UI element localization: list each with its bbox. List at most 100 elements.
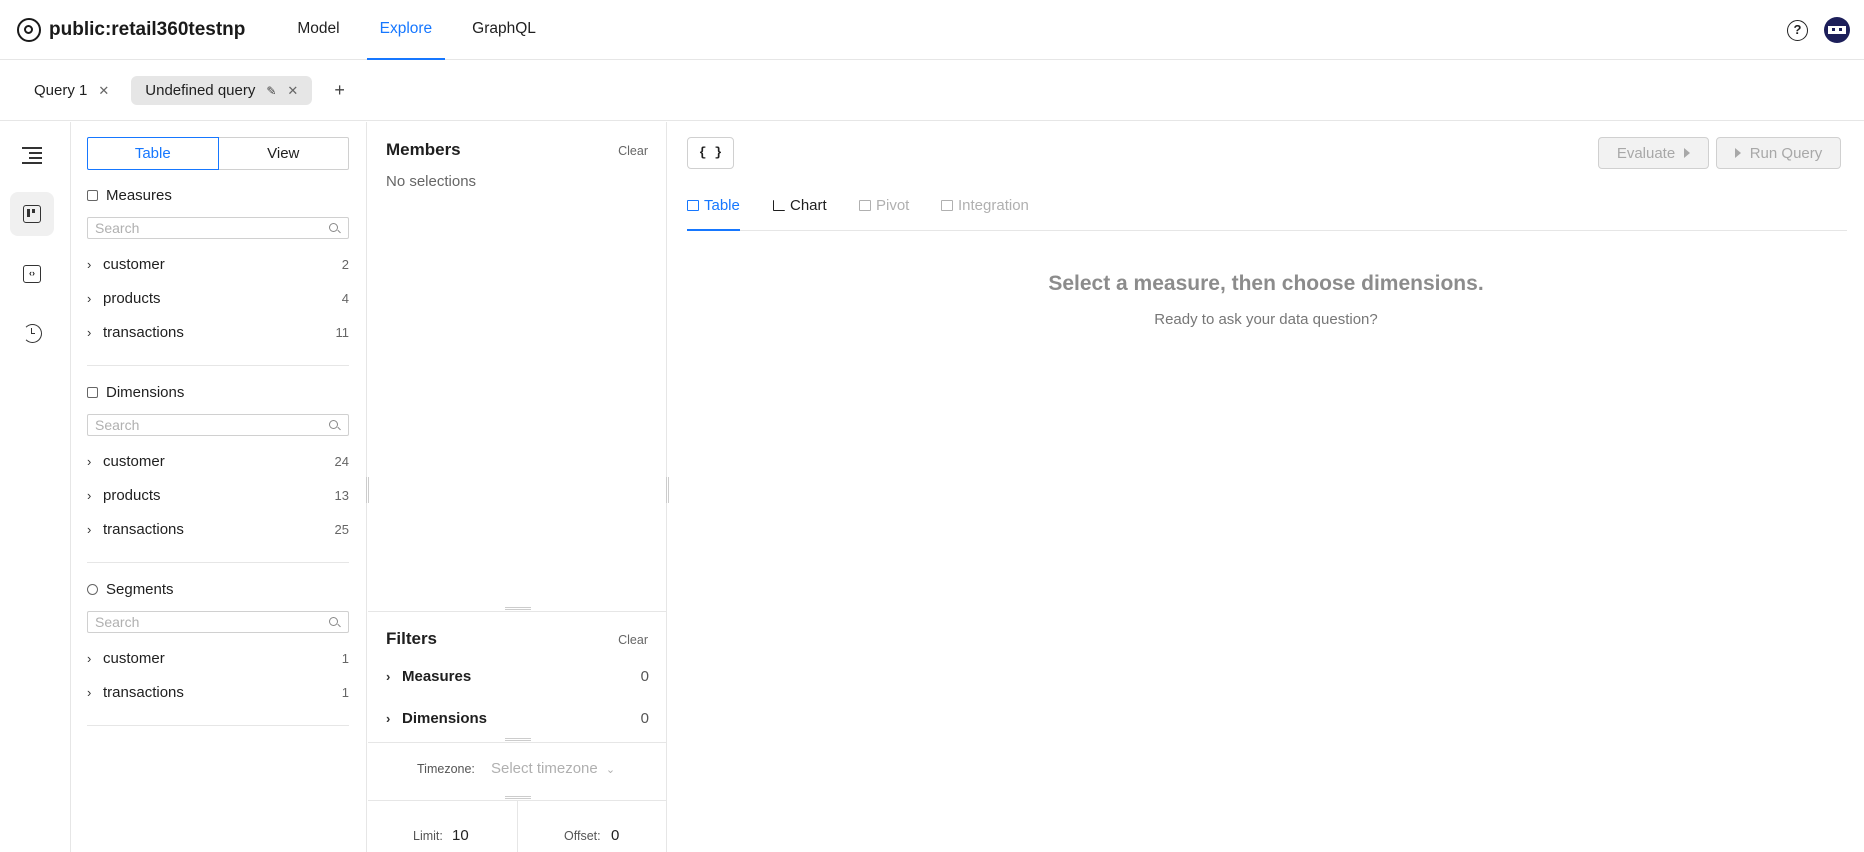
empty-state-subtitle: Ready to ask your data question? [1154, 311, 1378, 328]
divider [87, 562, 349, 563]
tree-item-label: customer [103, 649, 165, 667]
filter-count: 0 [640, 709, 649, 727]
divider [368, 611, 667, 612]
tab-table[interactable]: Table [687, 197, 740, 231]
close-icon[interactable]: ✕ [287, 83, 298, 99]
filter-dimensions[interactable]: › Dimensions 0 [386, 706, 649, 730]
toggle-view[interactable]: View [218, 137, 349, 170]
tree-item-label: transactions [103, 520, 184, 538]
brand[interactable]: public:retail360testnp [17, 17, 245, 42]
filters-title: Filters [386, 629, 438, 648]
divider [368, 742, 667, 743]
divider [87, 365, 349, 366]
chevron-right-icon: › [87, 684, 92, 700]
query-tab-label: Query 1 [34, 82, 88, 99]
tab-chart[interactable]: Chart [773, 197, 827, 231]
chevron-down-icon: ⌄ [605, 764, 616, 776]
run-query-button[interactable]: Run Query [1716, 137, 1841, 169]
measure-group-customer[interactable]: › customer 2 [87, 252, 349, 276]
tab-integration[interactable]: Integration [941, 197, 1029, 231]
measure-group-products[interactable]: › products 4 [87, 286, 349, 310]
dimension-group-products[interactable]: › products 13 [87, 483, 349, 507]
top-header: public:retail360testnp Model Explore Gra… [0, 0, 1864, 60]
dimension-group-customer[interactable]: › customer 24 [87, 449, 349, 473]
dimensions-icon [87, 387, 98, 398]
history-button[interactable] [10, 311, 54, 355]
resize-handle[interactable] [366, 477, 369, 503]
empty-state-title: Select a measure, then choose dimensions… [1048, 272, 1484, 295]
segment-group-customer[interactable]: › customer 1 [87, 646, 349, 670]
play-icon [1684, 148, 1691, 158]
members-clear-button[interactable]: Clear [618, 144, 648, 158]
nav-graphql[interactable]: GraphQL [459, 0, 549, 60]
segment-group-transactions[interactable]: › transactions 1 [87, 680, 349, 704]
play-icon [1734, 148, 1741, 158]
tree-item-label: customer [103, 452, 165, 470]
segments-header: Segments [87, 581, 174, 598]
query-tab-label: Undefined query [145, 82, 256, 99]
avatar[interactable] [1824, 17, 1850, 43]
timezone-select[interactable]: Select timezone ⌄ [491, 760, 615, 777]
tree-item-label: transactions [103, 683, 184, 701]
filters-clear-button[interactable]: Clear [618, 633, 648, 647]
dimensions-search-input[interactable] [87, 414, 349, 436]
collapse-sidebar-button[interactable] [10, 133, 54, 177]
measure-group-transactions[interactable]: › transactions 11 [87, 320, 349, 344]
help-icon[interactable]: ? [1787, 19, 1808, 41]
evaluate-button[interactable]: Evaluate [1598, 137, 1709, 169]
filter-label: Measures [402, 667, 472, 685]
tree-item-count: 11 [335, 324, 350, 340]
close-icon[interactable]: ✕ [98, 83, 109, 99]
resize-handle[interactable] [505, 607, 531, 610]
timezone-label: Timezone: [417, 762, 475, 776]
segments-search-input[interactable] [87, 611, 349, 633]
pivot-icon [859, 200, 871, 211]
tab-pivot[interactable]: Pivot [859, 197, 909, 231]
resize-handle[interactable] [505, 796, 531, 799]
edit-icon[interactable]: ✎ [266, 84, 276, 98]
dimension-group-transactions[interactable]: › transactions 25 [87, 517, 349, 541]
schema-button[interactable] [10, 192, 54, 236]
schema-toggle: Table View [87, 137, 349, 170]
tree-item-count: 13 [334, 487, 349, 503]
tab-label: Table [704, 197, 740, 214]
limit-input[interactable]: 10 [452, 827, 469, 844]
divider [517, 801, 518, 852]
query-tab[interactable]: Query 1 ✕ [20, 76, 123, 105]
chevron-right-icon: › [87, 324, 92, 340]
segments-icon [87, 584, 98, 595]
offset-input[interactable]: 0 [611, 827, 619, 844]
add-query-button[interactable]: + [334, 80, 345, 101]
chevron-right-icon: › [87, 290, 92, 306]
timezone-placeholder: Select timezone [491, 760, 598, 777]
chevron-right-icon: › [386, 710, 391, 726]
chevron-right-icon: › [87, 487, 92, 503]
code-icon: ‹› [23, 265, 41, 283]
toggle-table[interactable]: Table [87, 137, 219, 170]
chart-icon [773, 200, 785, 211]
nav-model[interactable]: Model [284, 0, 352, 60]
evaluate-label: Evaluate [1616, 144, 1676, 162]
measures-title: Measures [106, 187, 172, 204]
filter-count: 0 [640, 667, 649, 685]
code-button[interactable]: ‹› [10, 252, 54, 296]
chevron-right-icon: › [87, 453, 92, 469]
measures-header: Measures [87, 187, 172, 204]
history-icon [22, 323, 42, 343]
members-panel: Members Clear No selections Filters Clea… [368, 122, 667, 852]
query-tab-active[interactable]: Undefined query ✎ ✕ [131, 76, 313, 105]
chevron-right-icon: › [87, 256, 92, 272]
nav-explore[interactable]: Explore [366, 0, 446, 60]
search-icon [329, 617, 338, 626]
results-panel: { } Evaluate Run Query Table Chart Pivot… [668, 122, 1864, 852]
json-query-button[interactable]: { } [687, 137, 734, 169]
resize-handle[interactable] [505, 738, 531, 741]
collapse-sidebar-icon [22, 147, 42, 164]
tree-item-count: 24 [334, 453, 349, 469]
offset-label: Offset: [564, 829, 601, 843]
tab-label: Pivot [876, 197, 910, 214]
logo-icon [17, 17, 41, 42]
measures-search-input[interactable] [87, 217, 349, 239]
filter-measures[interactable]: › Measures 0 [386, 664, 649, 688]
tree-item-count: 1 [341, 684, 349, 700]
